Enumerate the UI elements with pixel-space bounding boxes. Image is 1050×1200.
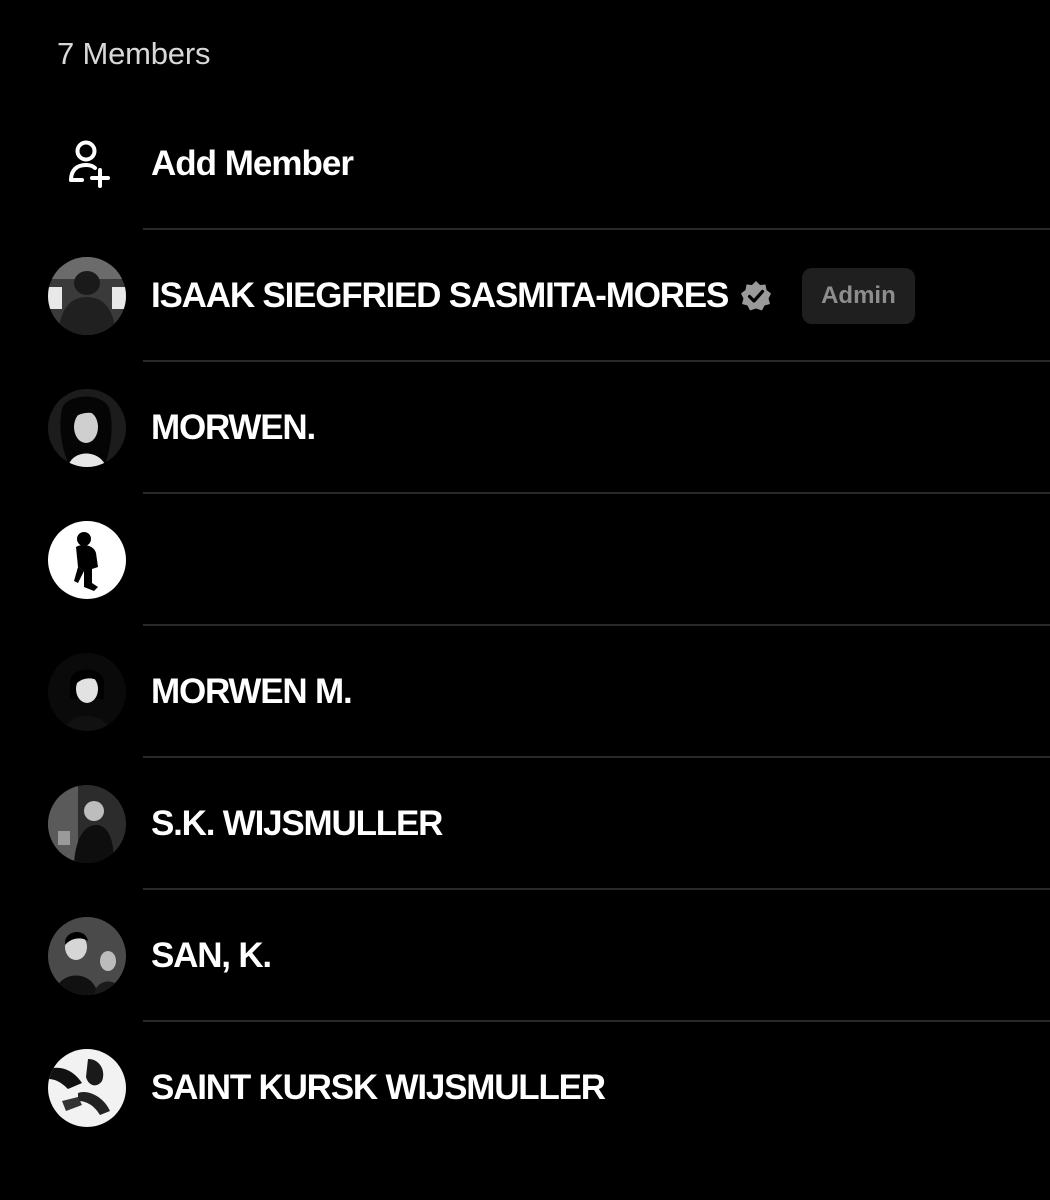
- admin-badge: Admin: [802, 268, 915, 324]
- add-member-label: Add Member: [151, 144, 354, 183]
- member-name: MORWEN M.: [151, 672, 353, 711]
- member-row[interactable]: S.K. WIJSMULLER: [0, 758, 1050, 890]
- member-row[interactable]: ISAAK SIEGFRIED SASMITA-MORES Admin: [0, 230, 1050, 362]
- member-row[interactable]: MORWEN.: [0, 362, 1050, 494]
- avatar[interactable]: [48, 257, 126, 335]
- add-member-button[interactable]: Add Member: [0, 98, 1050, 230]
- member-name: SAINT KURSK WIJSMULLER: [151, 1068, 606, 1107]
- members-panel: 7 Members Add Member ISAAK SIEGFRIED SAS…: [0, 0, 1050, 1200]
- member-name: ISAAK SIEGFRIED SASMITA-MORES: [151, 276, 729, 315]
- add-person-icon: [69, 140, 110, 188]
- avatar[interactable]: [48, 653, 126, 731]
- verified-icon: [741, 281, 772, 311]
- member-row[interactable]: SAN, K.: [0, 890, 1050, 1022]
- member-row[interactable]: SAINT KURSK WIJSMULLER: [0, 1022, 1050, 1154]
- member-name: MORWEN.: [151, 408, 316, 447]
- avatar[interactable]: [48, 785, 126, 863]
- avatar[interactable]: [48, 917, 126, 995]
- avatar[interactable]: [48, 1049, 126, 1127]
- member-row[interactable]: MORWEN M.: [0, 626, 1050, 758]
- member-row[interactable]: [0, 494, 1050, 626]
- member-name: S.K. WIJSMULLER: [151, 804, 443, 843]
- avatar[interactable]: [48, 389, 126, 467]
- members-count: 7 Members: [57, 36, 211, 71]
- member-name: SAN, K.: [151, 936, 272, 975]
- avatar[interactable]: [48, 521, 126, 599]
